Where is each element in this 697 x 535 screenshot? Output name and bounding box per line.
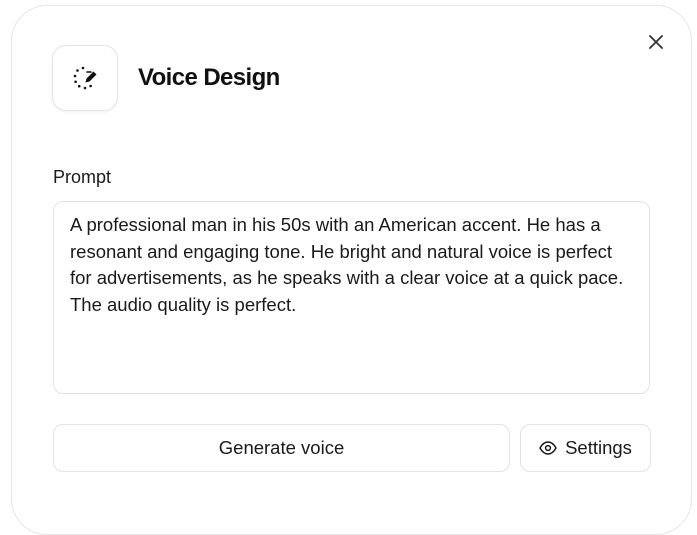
settings-label: Settings: [565, 437, 632, 458]
prompt-label: Prompt: [53, 167, 112, 187]
prompt-text: A professional man in his 50s with an Am…: [70, 214, 624, 315]
generate-voice-button[interactable]: Generate voice: [53, 424, 510, 472]
dialog-title: Voice Design: [138, 64, 280, 91]
generate-voice-label: Generate voice: [218, 437, 345, 458]
eye-icon: [539, 441, 557, 455]
voice-design-icon-tile: [52, 45, 118, 111]
prompt-textarea[interactable]: A professional man in his 50s with an Am…: [53, 201, 650, 394]
close-button[interactable]: [644, 30, 668, 54]
close-icon: [649, 35, 663, 49]
settings-button[interactable]: Settings: [520, 424, 651, 472]
voice-design-icon: [73, 66, 97, 90]
